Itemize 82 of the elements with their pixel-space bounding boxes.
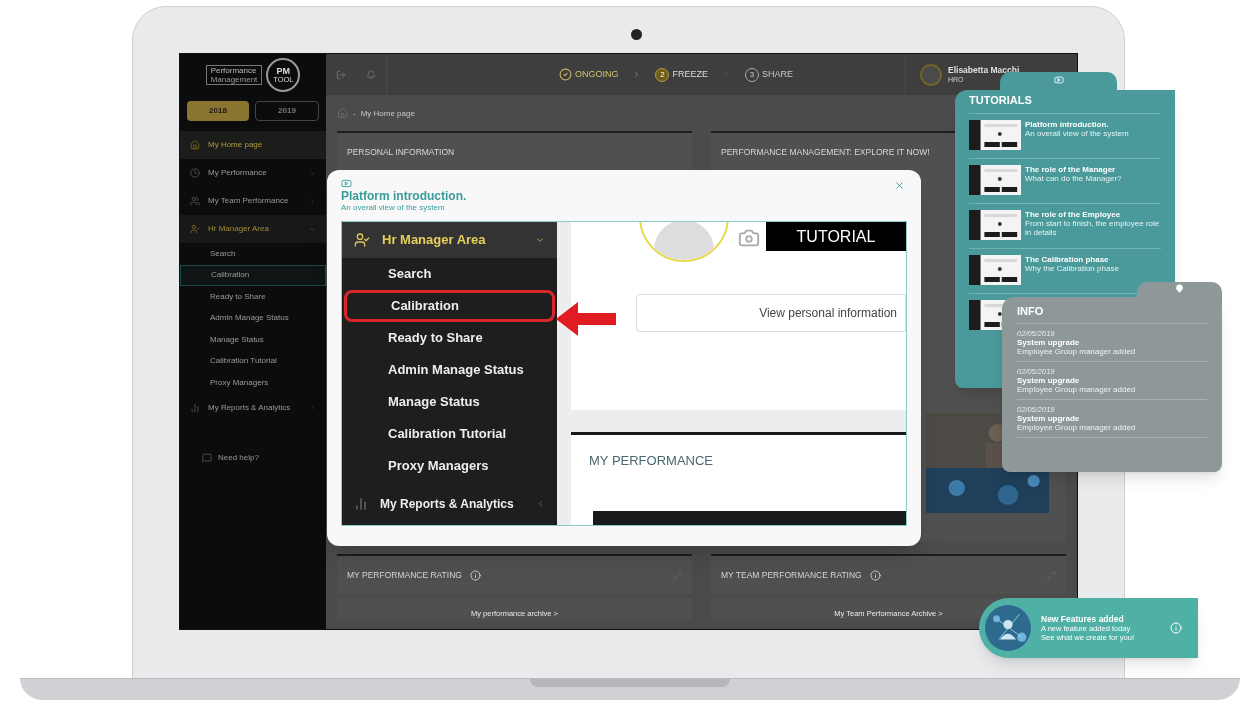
sidebar-subitem[interactable]: Calibration	[180, 264, 326, 286]
check-icon	[558, 68, 572, 81]
nav-icon	[190, 224, 200, 234]
sidebar-subitem[interactable]: Ready to Share	[180, 286, 326, 308]
sidebar-subitem[interactable]: Calibration Tutorial	[180, 350, 326, 372]
chevron-icon	[535, 235, 545, 245]
tutorial-subtitle: Why the Calibration phase	[1025, 263, 1119, 273]
sidebar-item[interactable]: My Performance	[180, 159, 326, 187]
tutorial-title: The role of the Employee	[1025, 209, 1121, 219]
logout-icon[interactable]	[336, 69, 346, 80]
menu-item[interactable]: Manage Status	[344, 386, 555, 418]
info-icon[interactable]	[869, 569, 881, 581]
sidebar-item[interactable]: My Home page	[180, 131, 326, 159]
logo-text: Management	[210, 75, 258, 84]
chart-icon	[354, 496, 368, 511]
menu-item[interactable]: Ready to Share	[344, 322, 555, 354]
help-link[interactable]: Need help?	[218, 451, 259, 464]
card-title: PERFORMANCE MANAGEMENT: EXPLORE IT NOW!	[721, 146, 931, 159]
video-icon	[1053, 75, 1064, 85]
menu-item[interactable]: Calibration	[391, 296, 459, 316]
step-number: 2	[655, 67, 670, 82]
tutorial-title: The Calibration phase	[1025, 254, 1110, 264]
bell-icon[interactable]	[366, 69, 376, 80]
year-tab[interactable]: 2018	[187, 101, 249, 121]
logo-text: PM	[276, 66, 291, 76]
toast-title: New Features added	[1041, 614, 1125, 624]
entry-text: Employee Group manager added	[1017, 346, 1137, 356]
step-label: ONGOING	[574, 67, 619, 81]
entry-title: System upgrade	[1017, 337, 1081, 347]
home-icon[interactable]	[337, 108, 348, 119]
arrow-pointer	[556, 302, 616, 336]
menu-item[interactable]: Proxy Managers	[344, 450, 555, 482]
menu-item[interactable]: My Reports & Analytics	[380, 494, 524, 513]
entry-title: System upgrade	[1017, 413, 1081, 423]
info-icon[interactable]	[469, 569, 481, 581]
tutorial-title: The role of the Manager	[1025, 164, 1116, 174]
section-title: MY PERFORMANCE	[588, 452, 714, 470]
chevron-icon	[536, 499, 545, 508]
view-info-button[interactable]: View personal information	[636, 294, 906, 332]
sidebar-item[interactable]: Hr Manager Area	[180, 215, 326, 243]
sidebar-subitem[interactable]: Manage Status	[180, 329, 326, 351]
video-icon	[341, 178, 352, 189]
year-tab[interactable]: 2019	[255, 101, 319, 121]
close-icon[interactable]	[894, 180, 905, 191]
sidebar-subitem[interactable]: Search	[180, 243, 326, 265]
menu-item[interactable]: Search	[344, 258, 555, 290]
pin-icon	[1175, 284, 1184, 293]
step-label: SHARE	[762, 67, 793, 81]
tutorial-subtitle: What can do the Manager?	[1025, 173, 1122, 183]
panel-title: INFO	[1017, 303, 1207, 324]
card-title: MY PERFORMANCE RATING	[347, 568, 462, 582]
breadcrumb-separator: -	[353, 107, 356, 120]
breadcrumb[interactable]: My Home page	[360, 107, 415, 120]
menu-item[interactable]: Calibration Tutorial	[344, 418, 555, 450]
nav-icon	[190, 402, 200, 413]
tutorial-subtitle: From start to finish, the employee role in details	[1025, 218, 1161, 237]
nav-icon	[190, 168, 200, 178]
tutorial-tag: TUTORIAL	[766, 222, 906, 251]
modal-title: Platform introduction.	[341, 189, 468, 203]
user-avatar	[920, 63, 942, 86]
menu-item[interactable]: Admin Manage Status	[344, 354, 555, 386]
entry-title: System upgrade	[1017, 375, 1081, 385]
tutorial-title: Platform introduction.	[1025, 119, 1110, 129]
tutorial-subtitle: An overall view of the system	[1025, 128, 1129, 138]
panel-title: TUTORIALS	[969, 92, 1161, 114]
sidebar-item[interactable]: My Reports & Analytics	[180, 393, 326, 422]
user-icon	[354, 232, 370, 248]
nav-icon	[190, 196, 200, 206]
entry-text: Employee Group manager added	[1017, 422, 1137, 432]
help-icon	[202, 452, 212, 463]
card-title: MY TEAM PERFORMANCE RATING	[721, 568, 862, 582]
card-title: PERSONAL INFORMATION	[347, 146, 456, 159]
sidebar-subitem[interactable]: Admin Manage Status	[180, 307, 326, 329]
modal-subtitle: An overall view of the system	[341, 203, 446, 213]
nav-icon	[190, 140, 200, 150]
menu-header[interactable]: Hr Manager Area	[342, 222, 557, 258]
entry-text: Employee Group manager added	[1017, 384, 1137, 394]
sidebar-subitem[interactable]: Proxy Managers	[180, 372, 326, 394]
logo-text: Performance	[210, 66, 258, 75]
sidebar-item[interactable]: My Team Performance	[180, 187, 326, 215]
step-label: FREEZE	[672, 67, 708, 81]
camera-icon[interactable]	[738, 227, 760, 249]
